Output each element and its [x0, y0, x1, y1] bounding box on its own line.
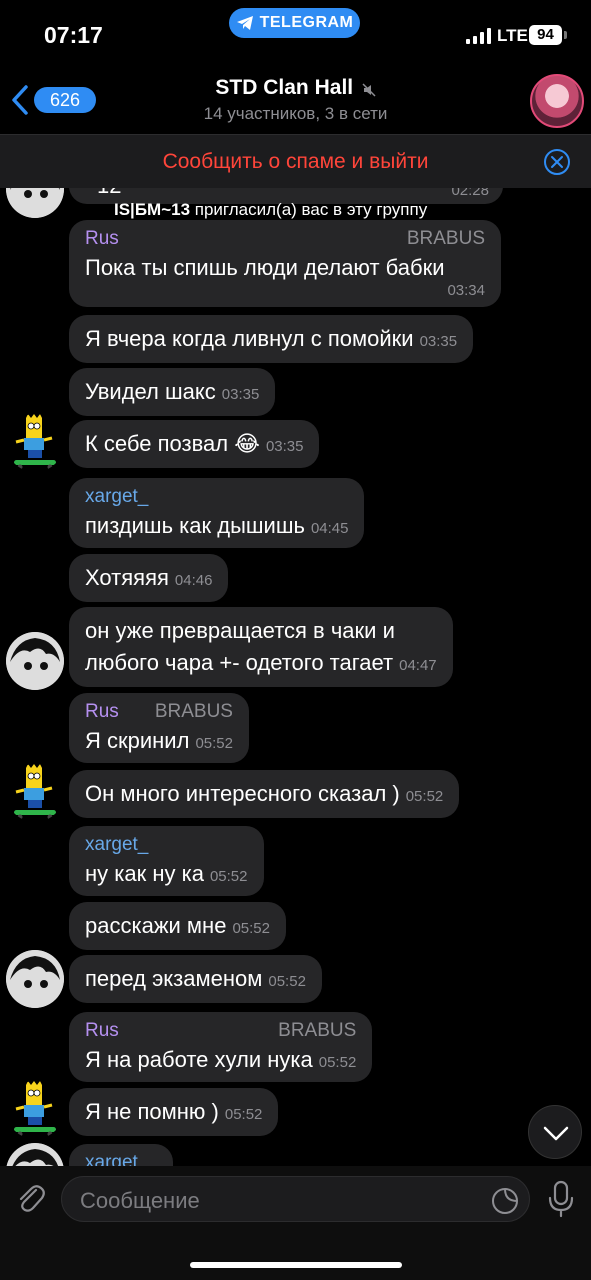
message-time: 03:35: [419, 333, 458, 350]
message-bubble[interactable]: он уже превращается в чаки и любого чара…: [69, 607, 453, 687]
message-bubble[interactable]: Он много интересного сказал ) 05:52: [69, 770, 460, 818]
avatar-bart[interactable]: [6, 1081, 64, 1139]
service-user: IS|БМ~13: [114, 200, 191, 219]
microphone-icon[interactable]: [548, 1180, 574, 1218]
chevron-down-icon: [543, 1126, 569, 1141]
message-time: 05:52: [268, 973, 306, 990]
message-bubble[interactable]: перед экзаменом 05:52: [69, 955, 322, 1003]
message-list[interactable]: 12 02:28 IS|БМ~13 пригласил(а) вас в эту…: [0, 188, 591, 1166]
message-text: любого чара +- одетого тагает: [85, 650, 394, 675]
message-bubble[interactable]: xarget_ ну как ну ка 05:52: [69, 826, 264, 896]
battery-tip: [564, 31, 567, 39]
telegram-pill-label: TELEGRAM: [259, 14, 354, 31]
network-type: LTE: [497, 26, 528, 45]
message-time: 05:52: [224, 1106, 263, 1123]
message-bubble[interactable]: Хотяяяя 04:46: [69, 554, 229, 602]
chat-subtitle: 14 участников, 3 в сети: [203, 104, 388, 123]
sender-name[interactable]: Rus: [85, 228, 119, 250]
signal-icon: [466, 28, 491, 44]
sender-role: BRABUS: [278, 1020, 357, 1041]
avatar-bart[interactable]: [6, 764, 64, 822]
sender-role: BRABUS: [406, 228, 485, 249]
avatar-anime[interactable]: [6, 950, 64, 1008]
message-text: Увидел шакс: [85, 379, 216, 404]
message-bubble[interactable]: Я не помню ) 05:52: [69, 1088, 279, 1136]
message-time: 05:52: [232, 920, 270, 937]
message-time: 05:52: [405, 788, 444, 805]
message-bubble[interactable]: К себе позвал 😂 03:35: [69, 420, 320, 468]
message-bubble[interactable]: xarget_ пиздишь как дышишь 04:45: [69, 478, 365, 548]
telegram-pill[interactable]: TELEGRAM: [229, 8, 360, 38]
message-input[interactable]: Сообщение: [61, 1176, 530, 1222]
close-circle-icon[interactable]: [543, 148, 571, 176]
sender-name[interactable]: Rus: [85, 701, 119, 723]
message-time: 05:52: [195, 735, 233, 752]
avatar-anime[interactable]: [6, 632, 64, 690]
message-text: Пока ты спишь люди делают бабки: [85, 255, 445, 280]
message-text: Он много интересного сказал ): [85, 781, 400, 806]
telegram-plane-icon: [236, 16, 253, 30]
status-bar: 07:17 TELEGRAM LTE 94: [0, 0, 591, 70]
message-bubble[interactable]: расскажи мне 05:52: [69, 902, 286, 950]
spam-bar: Сообщить о спаме и выйти: [0, 134, 591, 188]
message-text: Я вчера когда ливнул с помойки: [85, 326, 414, 351]
message-time: 05:52: [209, 868, 248, 885]
message-time: 04:47: [399, 657, 437, 674]
sender-role: BRABUS: [154, 701, 233, 722]
report-spam-button[interactable]: Сообщить о спаме и выйти: [0, 150, 591, 174]
message-text: он уже превращается в чаки и: [85, 618, 395, 643]
message-text: Я скринил: [85, 728, 190, 753]
message-time: 02:28: [451, 188, 489, 199]
service-text: пригласил(а) вас в эту группу: [190, 200, 428, 219]
message-time: 03:34: [447, 282, 485, 299]
message-bubble[interactable]: Rus BRABUS Я скринил 05:52: [69, 693, 249, 763]
message-bubble[interactable]: Rus BRABUS Пока ты спишь люди делают бабк…: [69, 220, 501, 307]
avatar-bart[interactable]: [6, 414, 64, 472]
sender-name[interactable]: xarget: [85, 1152, 138, 1166]
message-text: ну как ну ка: [85, 861, 204, 886]
chat-title-row[interactable]: STD Clan Hall: [0, 76, 591, 100]
avatar-anime[interactable]: [6, 1143, 64, 1166]
message-time: 05:52: [318, 1054, 357, 1071]
home-indicator: [190, 1262, 402, 1268]
sticker-icon[interactable]: [491, 1187, 519, 1215]
message-time: 04:45: [310, 520, 349, 537]
chat-header: 626 STD Clan Hall 14 участников, 3 в сет…: [0, 70, 591, 134]
message-text: Я на работе хули нука: [85, 1047, 313, 1072]
status-time: 07:17: [44, 22, 103, 48]
message-bubble[interactable]: Rus BRABUS Я на работе хули нука 05:52: [69, 1012, 373, 1082]
message-text: перед экзаменом: [85, 966, 263, 991]
scroll-down-button[interactable]: [528, 1105, 582, 1159]
message-bubble[interactable]: Я вчера когда ливнул с помойки 03:35: [69, 315, 474, 363]
message-input-placeholder: Сообщение: [80, 1188, 200, 1213]
sender-name[interactable]: xarget_: [85, 486, 148, 508]
message-bubble[interactable]: xarget: [69, 1144, 173, 1166]
mute-icon: [362, 83, 376, 97]
message-text: Хотяяяя: [85, 565, 169, 590]
chat-title: STD Clan Hall: [215, 76, 354, 99]
service-message: IS|БМ~13 пригласил(а) вас в эту группу: [114, 200, 427, 220]
message-time: 03:35: [221, 386, 260, 403]
battery-level: 94: [529, 25, 562, 45]
sender-name[interactable]: Rus: [85, 1020, 119, 1042]
sender-name[interactable]: xarget_: [85, 834, 148, 856]
group-avatar[interactable]: [530, 74, 584, 128]
message-text: К себе позвал 😂: [85, 431, 260, 456]
avatar-anime[interactable]: [6, 188, 64, 218]
message-bubble[interactable]: Увидел шакс 03:35: [69, 368, 276, 416]
message-time: 04:46: [174, 572, 213, 589]
paperclip-icon[interactable]: [14, 1180, 46, 1216]
message-text: Я не помню ): [85, 1099, 219, 1124]
message-text: пиздишь как дышишь: [85, 513, 305, 538]
message-text: расскажи мне: [85, 913, 227, 938]
message-time: 03:35: [265, 438, 304, 455]
